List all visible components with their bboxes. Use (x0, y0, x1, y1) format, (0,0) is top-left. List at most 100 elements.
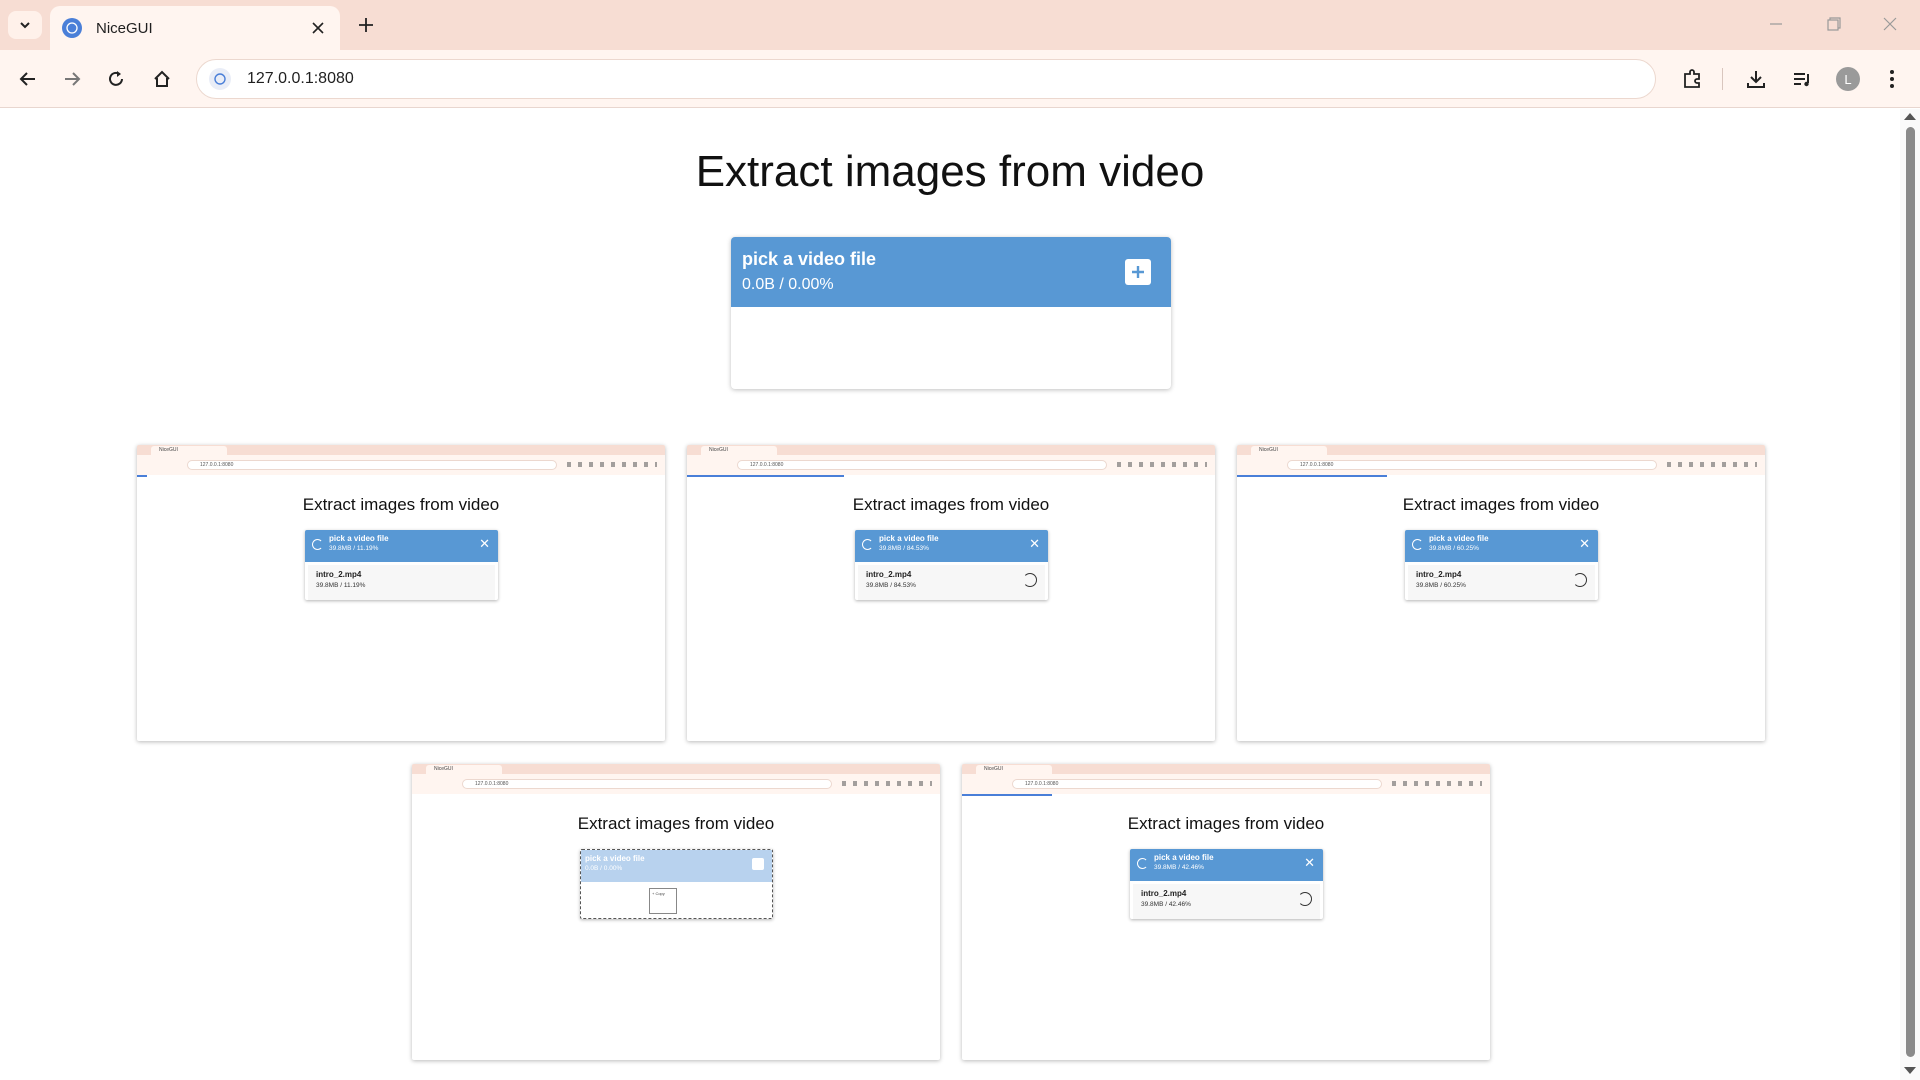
thumbnail-tab: NiceGUI (151, 446, 227, 455)
thumbnail-upload-label: pick a video file (1429, 534, 1489, 543)
thumbnail-upload-status: 39.8MB / 11.19% (329, 545, 379, 552)
thumbnail-title: Extract images from video (577, 814, 775, 833)
thumbnail-upload-card: pick a video file 39.8MB / 42.46% ✕ intr… (1130, 849, 1323, 919)
thumbnail-progress (687, 475, 844, 477)
thumbnail-upload-card: pick a video file 39.8MB / 11.19% ✕ intr… (305, 530, 498, 600)
reload-button[interactable] (100, 63, 132, 95)
browser-tab[interactable]: NiceGUI (50, 6, 340, 50)
thumbnail-toolbar-icons (842, 781, 932, 786)
thumbnail-tab-strip: NiceGUI (687, 445, 1215, 455)
tab-search-button[interactable] (8, 11, 42, 39)
restore-icon (1827, 17, 1841, 31)
tab-close-button[interactable] (308, 18, 328, 38)
upload-header: pick a video file 0.0B / 0.00% (731, 237, 1171, 307)
playlist-icon (1794, 73, 1809, 87)
tab-strip: NiceGUI (0, 0, 1920, 50)
thumbnail-url: 127.0.0.1:8080 (1287, 460, 1657, 470)
thumbnail-tab: NiceGUI (701, 446, 777, 455)
upload-status: 0.0B / 0.00% (742, 276, 834, 293)
plus-icon (359, 18, 373, 32)
close-window-button[interactable] (1870, 8, 1910, 40)
close-icon (1883, 17, 1897, 31)
forward-button[interactable] (56, 63, 88, 95)
frame-thumbnail: NiceGUI 127.0.0.1:8080 Extract images fr… (137, 445, 665, 741)
toolbar-divider (1722, 68, 1723, 90)
thumbnail-file-status: 39.8MB / 60.25% (1416, 582, 1466, 589)
thumbnail-title: Extract images from video (1402, 495, 1600, 514)
thumbnail-title: Extract images from video (1127, 814, 1325, 833)
thumbnail-url: 127.0.0.1:8080 (187, 460, 557, 470)
thumbnail-toolbar-icons (1667, 462, 1757, 467)
thumbnail-upload-status: 39.8MB / 60.25% (1429, 545, 1479, 552)
scroll-up-icon[interactable] (1904, 113, 1916, 120)
thumbnail-progress (962, 794, 1052, 796)
page-title: Extract images from video (695, 147, 1205, 196)
thumbnail-title: Extract images from video (852, 495, 1050, 514)
spinner-icon (1573, 573, 1587, 587)
back-button[interactable] (12, 63, 44, 95)
downloads-button[interactable] (1740, 63, 1772, 95)
upload-label: pick a video file (742, 249, 877, 269)
profile-button[interactable]: L (1832, 63, 1864, 95)
globe-icon (62, 18, 82, 38)
thumbnail-upload-status: 39.8MB / 84.53% (879, 545, 929, 552)
thumbnail-upload-label: pick a video file (585, 854, 645, 863)
close-icon: ✕ (1304, 855, 1315, 870)
thumbnail-file-status: 39.8MB / 11.19% (316, 582, 366, 589)
media-control-button[interactable] (1786, 63, 1818, 95)
scroll-down-icon[interactable] (1904, 1067, 1916, 1074)
thumbnail-toolbar: 127.0.0.1:8080 (962, 774, 1490, 794)
menu-button[interactable] (1876, 63, 1908, 95)
thumbnail-url: 127.0.0.1:8080 (737, 460, 1107, 470)
extensions-button[interactable] (1676, 63, 1708, 95)
thumbnail-file-row: intro_2.mp4 39.8MB / 60.25% (1408, 565, 1595, 600)
frame-thumbnail: NiceGUI 127.0.0.1:8080 Extract images fr… (687, 445, 1215, 741)
chevron-down-icon (20, 22, 30, 29)
thumbnail-file-row: intro_2.mp4 39.8MB / 42.46% (1133, 884, 1320, 919)
download-icon (1747, 71, 1765, 88)
plus-icon (1132, 266, 1144, 278)
add-file-button[interactable] (1125, 259, 1151, 285)
video-upload-card[interactable]: pick a video file 0.0B / 0.00% (731, 237, 1171, 389)
tab-title: NiceGUI (96, 19, 153, 37)
thumbnail-progress (1237, 475, 1387, 477)
thumbnail-file-name: intro_2.mp4 (866, 570, 912, 579)
scrollbar-thumb[interactable] (1906, 127, 1915, 1057)
avatar: L (1836, 67, 1860, 91)
thumbnail-upload-status: 39.8MB / 42.46% (1154, 864, 1204, 871)
puzzle-icon (1684, 69, 1700, 88)
vertical-scrollbar[interactable] (1900, 109, 1920, 1080)
new-tab-button[interactable] (352, 11, 380, 39)
thumbnail-upload-header: pick a video file 39.8MB / 42.46% ✕ (1130, 849, 1323, 881)
thumbnail-file-row: intro_2.mp4 39.8MB / 11.19% (308, 565, 495, 600)
minimize-button[interactable] (1756, 8, 1796, 40)
arrow-left-icon (19, 72, 35, 86)
thumbnail-upload-card: pick a video file 39.8MB / 84.53% ✕ intr… (855, 530, 1048, 600)
frame-thumbnail: NiceGUI 127.0.0.1:8080 Extract images fr… (1237, 445, 1765, 741)
close-icon: ✕ (1579, 536, 1590, 551)
site-info-icon[interactable] (209, 68, 231, 90)
frame-thumbnail: NiceGUI 127.0.0.1:8080 Extract images fr… (412, 764, 940, 1060)
address-bar[interactable]: 127.0.0.1:8080 (196, 59, 1656, 99)
thumbnail-file-status: 39.8MB / 42.46% (1141, 901, 1191, 908)
thumbnail-tab: NiceGUI (1251, 446, 1327, 455)
spinner-icon (1023, 573, 1037, 587)
restore-button[interactable] (1814, 8, 1854, 40)
thumbnail-title: Extract images from video (302, 495, 500, 514)
thumbnail-upload-header: pick a video file 39.8MB / 60.25% ✕ (1405, 530, 1598, 562)
thumbnail-toolbar-icons (1117, 462, 1207, 467)
thumbnail-tab: NiceGUI (976, 765, 1052, 774)
thumbnail-url: 127.0.0.1:8080 (1012, 779, 1382, 789)
drag-preview: + Copy (649, 888, 677, 914)
thumbnail-upload-header: pick a video file 39.8MB / 11.19% ✕ (305, 530, 498, 562)
spinner-icon (1412, 539, 1423, 550)
minimize-icon (1770, 23, 1782, 25)
url-text: 127.0.0.1:8080 (247, 70, 354, 87)
thumbnail-upload-card: pick a video file 39.8MB / 60.25% ✕ intr… (1405, 530, 1598, 600)
thumbnail-upload-label: pick a video file (879, 534, 939, 543)
thumbnail-progress (137, 475, 147, 477)
more-vertical-icon (1890, 70, 1894, 88)
thumbnail-toolbar: 127.0.0.1:8080 (137, 455, 665, 475)
home-button[interactable] (146, 63, 178, 95)
thumbnail-toolbar: 127.0.0.1:8080 (1237, 455, 1765, 475)
